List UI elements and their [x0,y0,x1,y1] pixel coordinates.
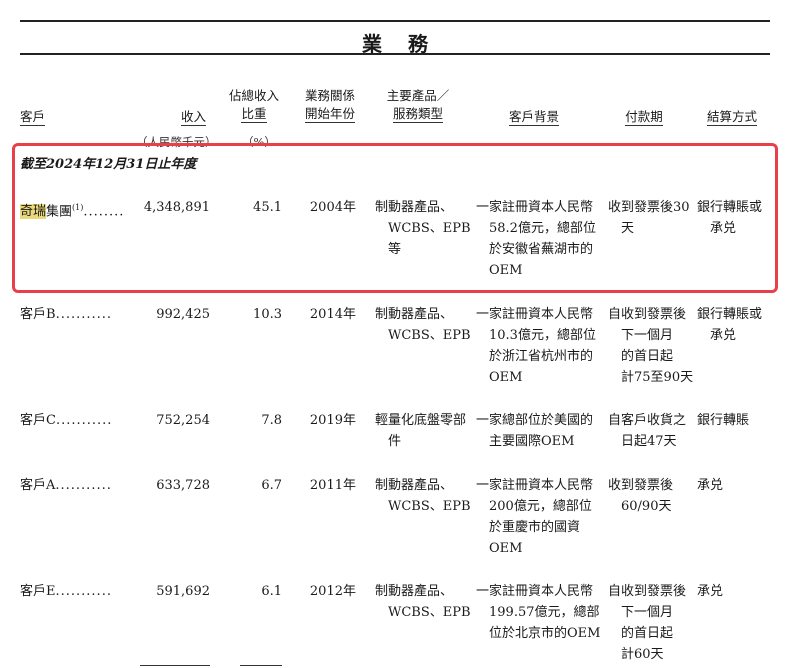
share-value: 7.8 [261,413,282,428]
start-year: 2011年 [309,478,356,493]
payment-cell: 收到發票後 60/90天 [608,478,674,514]
revenue-value: 4,348,891 [143,200,210,215]
top-rule [20,20,770,22]
products-cell: 輕量化底盤零部 件 [375,413,467,449]
share-value: 6.7 [261,478,282,493]
products-cell: 制動器產品、 WCBS、EPB [375,478,471,514]
products-cell: 制動器產品、 WCBS、EPB 等 [375,200,471,257]
background-cell: 一家總部位於美國的 主要國際OEM [476,413,594,449]
settlement-cell: 承兑 [697,478,724,493]
start-year: 2019年 [309,413,356,428]
header-settlement: 結算方式 [706,109,757,126]
header-share: 佔總收入 比重 [228,88,279,123]
payment-cell: 自收到發票後 下一個月 的首日起 計60天 [608,584,687,662]
header-revenue: 收入 [180,109,206,126]
settlement-cell: 銀行轉賬或 承兑 [697,200,763,236]
payment-cell: 自收到發票後 下一個月 的首日起 計75至90天 [608,307,694,385]
footnote-marker: (1) [72,203,84,212]
background-cell: 一家註冊資本人民幣 58.2億元，總部位 於安徽省蕪湖市的 OEM [476,200,596,278]
payment-cell: 收到發票後30 天 [608,200,690,236]
customer-name: 客戶C........... [20,413,113,428]
customer-name: 客戶E........... [20,584,112,599]
payment-cell: 自客戶收貨之 日起47天 [608,413,687,449]
start-year: 2012年 [309,584,356,599]
customer-name: 客戶A........... [20,478,112,493]
header-background: 客戶背景 [508,109,559,126]
background-cell: 一家註冊資本人民幣 10.3億元，總部位 於浙江省杭州市的 OEM [476,307,596,385]
header-payment-term: 付款期 [625,109,663,126]
background-cell: 一家註冊資本人民幣 199.57億元，總部 位於北京市的OEM [476,584,601,641]
header-products: 主要產品／ 服務類型 [386,88,450,123]
start-year: 2014年 [309,307,356,322]
settlement-cell: 銀行轉賬或 承兑 [697,307,763,343]
share-value: 6.1 [261,584,282,599]
customer-name: 奇瑞集團(1)........ [20,203,125,220]
settlement-cell: 銀行轉賬 [697,413,750,428]
revenue-value: 633,728 [156,478,210,493]
header-customer: 客戶 [20,109,46,126]
summary-rule-share [240,665,282,666]
share-value: 10.3 [253,307,282,322]
start-year: 2004年 [309,200,356,215]
header-start-year: 業務關係 開始年份 [304,88,355,123]
settlement-cell: 承兑 [697,584,724,599]
revenue-value: 591,692 [156,584,210,599]
background-cell: 一家註冊資本人民幣 200億元，總部位 於重慶市的國資 OEM [476,478,594,556]
highlighted-name: 奇瑞 [20,204,47,220]
products-cell: 制動器產品、 WCBS、EPB [375,584,471,620]
share-value: 45.1 [253,200,282,215]
revenue-value: 992,425 [156,307,210,322]
products-cell: 制動器產品、 WCBS、EPB [375,307,471,343]
customer-name: 客戶B........... [20,307,113,322]
summary-rule-revenue [140,665,210,666]
title-rule [20,53,770,55]
revenue-value: 752,254 [156,413,210,428]
